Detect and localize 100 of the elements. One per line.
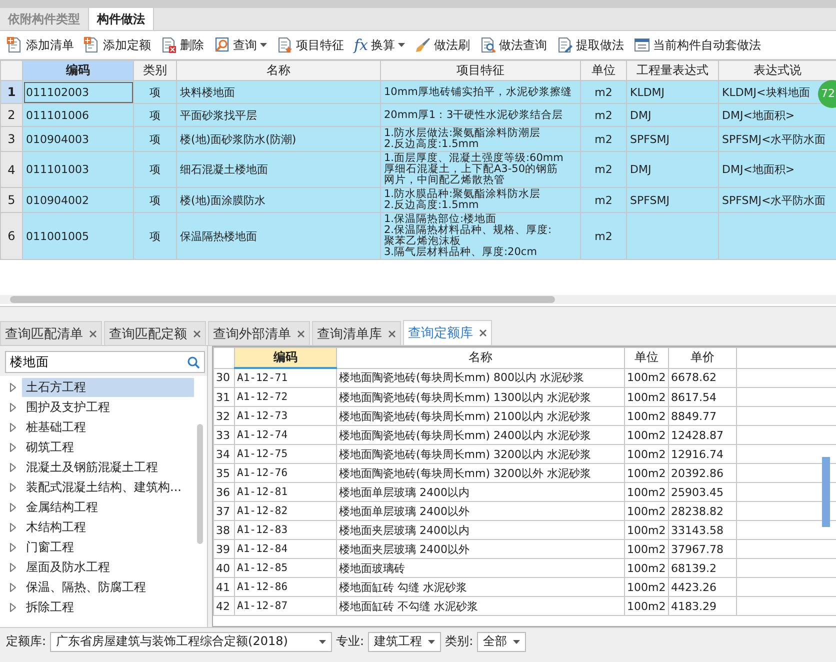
tree-item[interactable]: 桩基础工程 (22, 418, 194, 436)
table-cell: 楼地面单层玻璃 2400以内 (336, 482, 624, 502)
toolbar-button[interactable]: 查询 (209, 33, 272, 57)
close-icon[interactable] (479, 329, 487, 337)
search-field[interactable]: 楼地面 (5, 351, 205, 373)
table-cell: 010904002 (22, 188, 134, 212)
tree-item[interactable]: 金属结构工程 (22, 498, 194, 516)
table-cell: 项 (134, 152, 176, 188)
row-number: 6 (0, 212, 22, 260)
expand-arrow-icon[interactable] (10, 422, 16, 432)
table-cell: 100m2 (624, 558, 668, 578)
expand-arrow-icon[interactable] (10, 482, 16, 492)
column-header[interactable]: 工程量表达式 (626, 60, 718, 80)
table-cell: 100m2 (624, 540, 668, 558)
column-header[interactable]: 编码 (22, 60, 134, 80)
expand-arrow-icon[interactable] (10, 402, 16, 412)
table-cell: 12916.74 (668, 444, 736, 464)
feature-line: 聚苯乙烯泡沫板 (384, 236, 461, 247)
caret-icon[interactable] (260, 43, 267, 47)
scrollbar[interactable] (822, 457, 830, 527)
toolbar-button[interactable]: 项目特征 (272, 33, 349, 57)
expand-arrow-icon[interactable] (10, 582, 16, 592)
table-cell: SPFSMJ<水平防水面 (718, 188, 836, 212)
document-pencil-icon (557, 37, 574, 53)
table-cell: 项 (134, 104, 176, 126)
search-icon (214, 37, 230, 53)
column-header[interactable]: 编码 (234, 348, 336, 368)
expand-arrow-icon[interactable] (10, 522, 16, 532)
close-icon[interactable] (297, 330, 305, 338)
toolbar-button[interactable]: 添加定额 (79, 33, 156, 57)
tree-item[interactable]: 木结构工程 (22, 518, 194, 536)
toolbar-button[interactable]: 当前构件自动套做法 (629, 33, 766, 57)
close-icon[interactable] (388, 330, 396, 338)
tab[interactable]: 查询匹配定额 (104, 321, 206, 345)
table-cell: 保温隔热楼地面 (176, 212, 380, 260)
tree-item[interactable]: 拆除工程 (22, 598, 194, 616)
column-header[interactable]: 单价 (668, 348, 736, 368)
tab[interactable]: 查询定额库 (403, 320, 492, 345)
tab-label[interactable]: 查询定额库 (408, 324, 473, 342)
column-header[interactable]: 单位 (580, 60, 626, 80)
toolbar-button[interactable]: 删除 (156, 33, 209, 57)
library-dropdown[interactable]: 广东省房屋建筑与装饰工程综合定额(2018) (50, 632, 332, 652)
table-cell: 8617.54 (668, 388, 736, 406)
tree-item[interactable]: 装配式混凝土结构、建筑构... (22, 478, 194, 496)
expand-arrow-icon[interactable] (10, 602, 16, 612)
scrollbar[interactable] (197, 424, 203, 544)
close-icon[interactable] (193, 330, 201, 338)
category-dropdown[interactable]: 全部 (477, 632, 526, 652)
tree-item[interactable]: 砌筑工程 (22, 438, 194, 456)
tree-item[interactable]: 土石方工程 (22, 378, 194, 396)
toolbar-button[interactable]: 做法查询 (475, 33, 552, 57)
column-header[interactable]: 名称 (336, 348, 624, 368)
row-number: 38 (214, 520, 234, 540)
column-header[interactable]: 单位 (624, 348, 668, 368)
tree-item[interactable]: 门窗工程 (22, 538, 194, 556)
caret-icon[interactable] (398, 43, 406, 47)
tree-item[interactable]: 混凝土及钢筋混凝土工程 (22, 458, 194, 476)
feature-line: 1.保温隔热部位:楼地面 (384, 214, 497, 225)
table-cell: m2 (580, 212, 626, 260)
feature-line: 网片，中间配乙烯散热管 (384, 175, 505, 186)
table-cell: 100m2 (624, 444, 668, 464)
tab-label[interactable]: 查询匹配清单 (5, 324, 83, 342)
table-cell: 8849.77 (668, 406, 736, 426)
close-icon[interactable] (89, 330, 97, 338)
tab-label[interactable]: 查询匹配定额 (109, 324, 187, 342)
tab[interactable]: 查询清单库 (312, 321, 401, 345)
expand-arrow-icon[interactable] (10, 442, 16, 452)
row-number: 32 (214, 406, 234, 426)
column-header[interactable]: 名称 (176, 60, 380, 80)
table-cell: 块料楼地面 (176, 80, 380, 104)
delete-icon (161, 37, 177, 53)
column-header[interactable]: 类别 (134, 60, 176, 80)
expand-arrow-icon[interactable] (10, 542, 16, 552)
column-header[interactable]: 项目特征 (380, 60, 580, 80)
tab[interactable]: 构件做法 (89, 8, 154, 30)
tree-item[interactable]: 围护及支护工程 (22, 398, 194, 416)
table-cell: 楼地面陶瓷地砖(每块周长mm) 3200以外 水泥砂浆 (336, 464, 624, 482)
column-header[interactable]: 表达式说 (718, 60, 836, 80)
tab-label[interactable]: 查询外部清单 (213, 324, 291, 342)
row-number: 3 (0, 126, 22, 152)
toolbar-button[interactable]: fx 换算 (349, 33, 410, 57)
toolbar-button[interactable]: 添加清单 (2, 33, 79, 57)
expand-arrow-icon[interactable] (10, 462, 16, 472)
tab[interactable]: 查询外部清单 (208, 321, 310, 345)
expand-arrow-icon[interactable] (10, 562, 16, 572)
row-number: 41 (214, 578, 234, 596)
specialty-dropdown[interactable]: 建筑工程 (368, 632, 442, 652)
feature-line: 2.反边高度:1.5mm (384, 200, 479, 211)
tab-label[interactable]: 查询清单库 (317, 324, 382, 342)
caret-icon (319, 640, 326, 644)
toolbar-button[interactable]: 提取做法 (552, 33, 630, 57)
scrollbar[interactable] (0, 295, 836, 304)
expand-arrow-icon[interactable] (10, 502, 16, 512)
toolbar-button[interactable]: 做法刷 (410, 33, 476, 57)
tab[interactable]: 查询匹配清单 (0, 321, 102, 345)
search-icon[interactable] (187, 356, 200, 369)
expand-arrow-icon[interactable] (10, 382, 16, 392)
tree-item[interactable]: 保温、隔热、防腐工程 (22, 578, 194, 596)
table-cell: 12428.87 (668, 426, 736, 444)
tree-item[interactable]: 屋面及防水工程 (22, 558, 194, 576)
